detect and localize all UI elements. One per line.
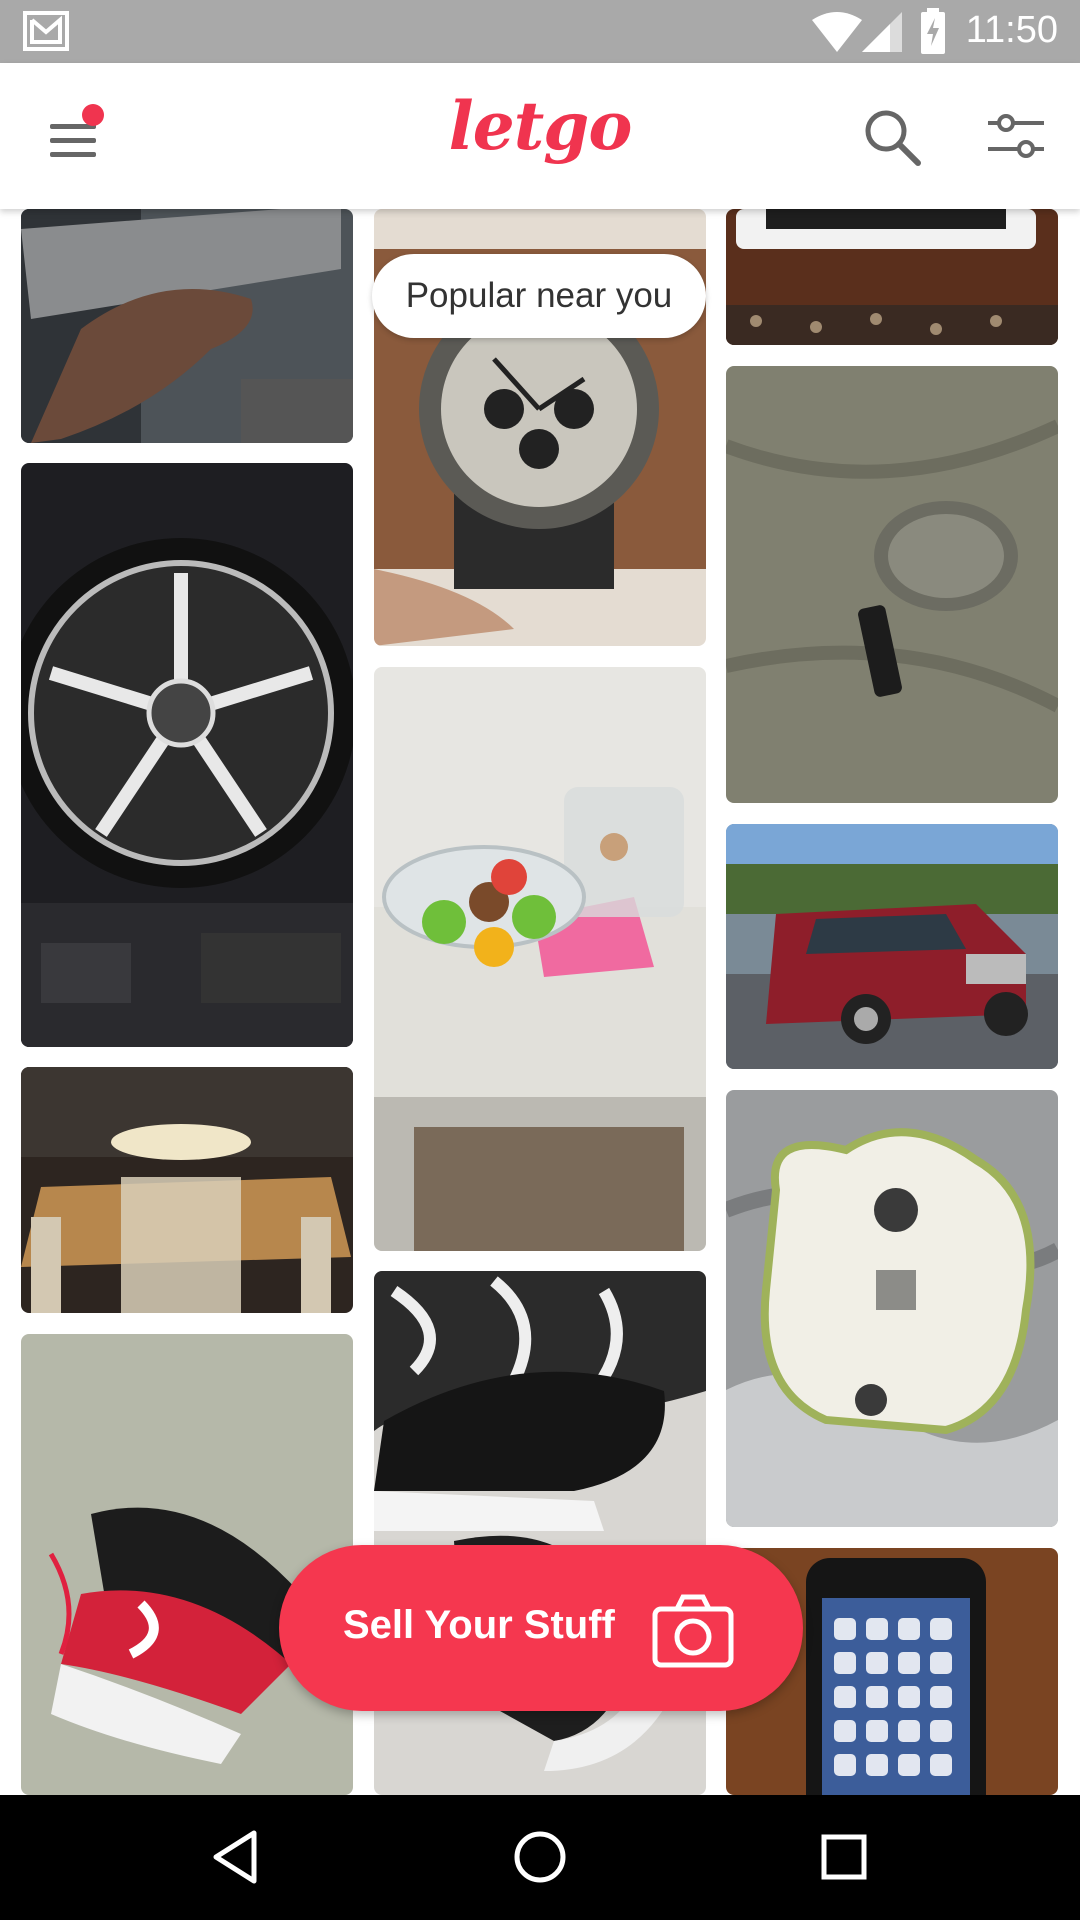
product-tile-figurine[interactable] — [726, 1090, 1058, 1527]
recents-icon[interactable] — [814, 1827, 874, 1887]
status-bar: 11:50 — [0, 0, 1080, 63]
signal-icon — [862, 12, 902, 52]
back-icon[interactable] — [206, 1827, 266, 1887]
product-tile-fur-accessory[interactable] — [726, 366, 1058, 803]
battery-charging-icon — [921, 8, 945, 54]
system-nav-bar — [0, 1795, 1080, 1920]
home-icon[interactable] — [510, 1827, 570, 1887]
product-tile-tablet[interactable] — [726, 209, 1058, 345]
product-tile-sneakers-red[interactable] — [21, 1334, 353, 1795]
wifi-icon — [812, 12, 862, 52]
status-time: 11:50 — [965, 9, 1058, 51]
popular-near-you-badge: Popular near you — [372, 254, 706, 338]
gmail-icon — [23, 11, 69, 51]
product-tile-speaker[interactable] — [21, 209, 353, 443]
filter-sliders-icon[interactable] — [986, 109, 1046, 163]
product-tile-fruit-bowl[interactable] — [374, 667, 706, 1251]
search-icon[interactable] — [860, 105, 924, 169]
product-tile-red-car[interactable] — [726, 824, 1058, 1069]
camera-icon — [652, 1594, 734, 1668]
sell-your-stuff-button[interactable]: Sell Your Stuff — [279, 1545, 803, 1711]
product-tile-wheel[interactable] — [21, 463, 353, 1047]
product-tile-black-sneakers[interactable] — [374, 1271, 706, 1795]
sell-button-label: Sell Your Stuff — [343, 1603, 615, 1647]
app-bar: letgo — [0, 63, 1080, 209]
product-tile-table[interactable] — [21, 1067, 353, 1313]
